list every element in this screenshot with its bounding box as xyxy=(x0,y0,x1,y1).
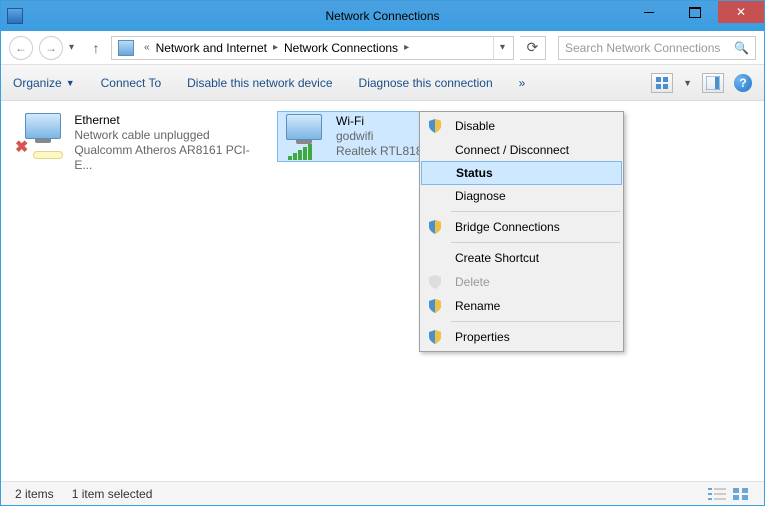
organize-button[interactable]: Organize▼ xyxy=(13,76,75,90)
preview-pane-button[interactable] xyxy=(702,73,724,93)
details-view-button[interactable] xyxy=(708,487,726,501)
history-dropdown[interactable]: ▾ xyxy=(69,42,81,53)
app-icon xyxy=(7,8,23,24)
refresh-button[interactable]: ⟳ xyxy=(520,36,546,60)
address-dropdown[interactable]: ▾ xyxy=(493,37,511,59)
chevron-down-icon: ▼ xyxy=(66,78,75,88)
navigation-bar: ← → ▾ ↑ « Network and Internet ▸ Network… xyxy=(1,31,764,65)
menu-connect-disconnect[interactable]: Connect / Disconnect xyxy=(421,138,622,162)
location-icon xyxy=(118,40,134,56)
titlebar: Network Connections ✕ xyxy=(1,1,764,31)
content-area: ✖ Ethernet Network cable unplugged Qualc… xyxy=(1,101,764,479)
breadcrumb-segment[interactable]: Network Connections xyxy=(280,37,402,59)
menu-create-shortcut[interactable]: Create Shortcut xyxy=(421,246,622,270)
minimize-button[interactable] xyxy=(626,1,672,23)
search-icon: 🔍 xyxy=(734,41,749,55)
chevron-down-icon[interactable]: ▼ xyxy=(683,78,692,88)
shield-icon xyxy=(427,329,443,345)
status-bar: 2 items 1 item selected xyxy=(1,481,764,505)
help-button[interactable]: ? xyxy=(734,74,752,92)
chevron-icon: « xyxy=(142,42,152,53)
view-controls: ▼ ? xyxy=(651,73,752,93)
separator xyxy=(451,321,620,322)
menu-disable[interactable]: Disable xyxy=(421,114,622,138)
separator xyxy=(451,242,620,243)
chevron-icon: ▸ xyxy=(402,42,411,53)
window-controls: ✕ xyxy=(626,1,764,31)
shield-icon xyxy=(427,274,443,290)
maximize-button[interactable] xyxy=(672,1,718,23)
connect-to-button[interactable]: Connect To xyxy=(101,76,162,90)
shield-icon xyxy=(427,118,443,134)
ethernet-icon: ✖ xyxy=(19,113,66,153)
diagnose-button[interactable]: Diagnose this connection xyxy=(359,76,493,90)
forward-button[interactable]: → xyxy=(39,36,63,60)
separator xyxy=(451,211,620,212)
chevron-icon: ▸ xyxy=(271,42,280,53)
window-title: Network Connections xyxy=(325,9,439,23)
address-bar[interactable]: « Network and Internet ▸ Network Connect… xyxy=(111,36,514,60)
breadcrumb-segment[interactable]: Network and Internet xyxy=(152,37,271,59)
command-bar: Organize▼ Connect To Disable this networ… xyxy=(1,65,764,101)
menu-diagnose[interactable]: Diagnose xyxy=(421,184,622,208)
adapter-status: Network cable unplugged xyxy=(74,128,265,143)
menu-bridge[interactable]: Bridge Connections xyxy=(421,215,622,239)
selection-count: 1 item selected xyxy=(72,487,153,501)
adapter-name: Ethernet xyxy=(74,113,265,128)
menu-properties[interactable]: Properties xyxy=(421,325,622,349)
search-input[interactable]: Search Network Connections 🔍 xyxy=(558,36,756,60)
shield-icon xyxy=(427,219,443,235)
menu-rename[interactable]: Rename xyxy=(421,294,622,318)
search-placeholder: Search Network Connections xyxy=(565,41,720,55)
adapter-device: Qualcomm Atheros AR8161 PCI-E... xyxy=(74,143,265,173)
more-commands[interactable]: » xyxy=(519,76,526,90)
back-button[interactable]: ← xyxy=(9,36,33,60)
menu-delete: Delete xyxy=(421,270,622,294)
up-button[interactable]: ↑ xyxy=(87,39,105,57)
adapter-ethernet[interactable]: ✖ Ethernet Network cable unplugged Qualc… xyxy=(17,111,267,175)
large-icons-view-button[interactable] xyxy=(732,487,750,501)
menu-status[interactable]: Status xyxy=(421,161,622,185)
context-menu: Disable Connect / Disconnect Status Diag… xyxy=(419,111,624,352)
shield-icon xyxy=(427,298,443,314)
wifi-icon xyxy=(280,114,328,154)
view-options-button[interactable] xyxy=(651,73,673,93)
item-count: 2 items xyxy=(15,487,54,501)
disable-device-button[interactable]: Disable this network device xyxy=(187,76,332,90)
close-button[interactable]: ✕ xyxy=(718,1,764,23)
